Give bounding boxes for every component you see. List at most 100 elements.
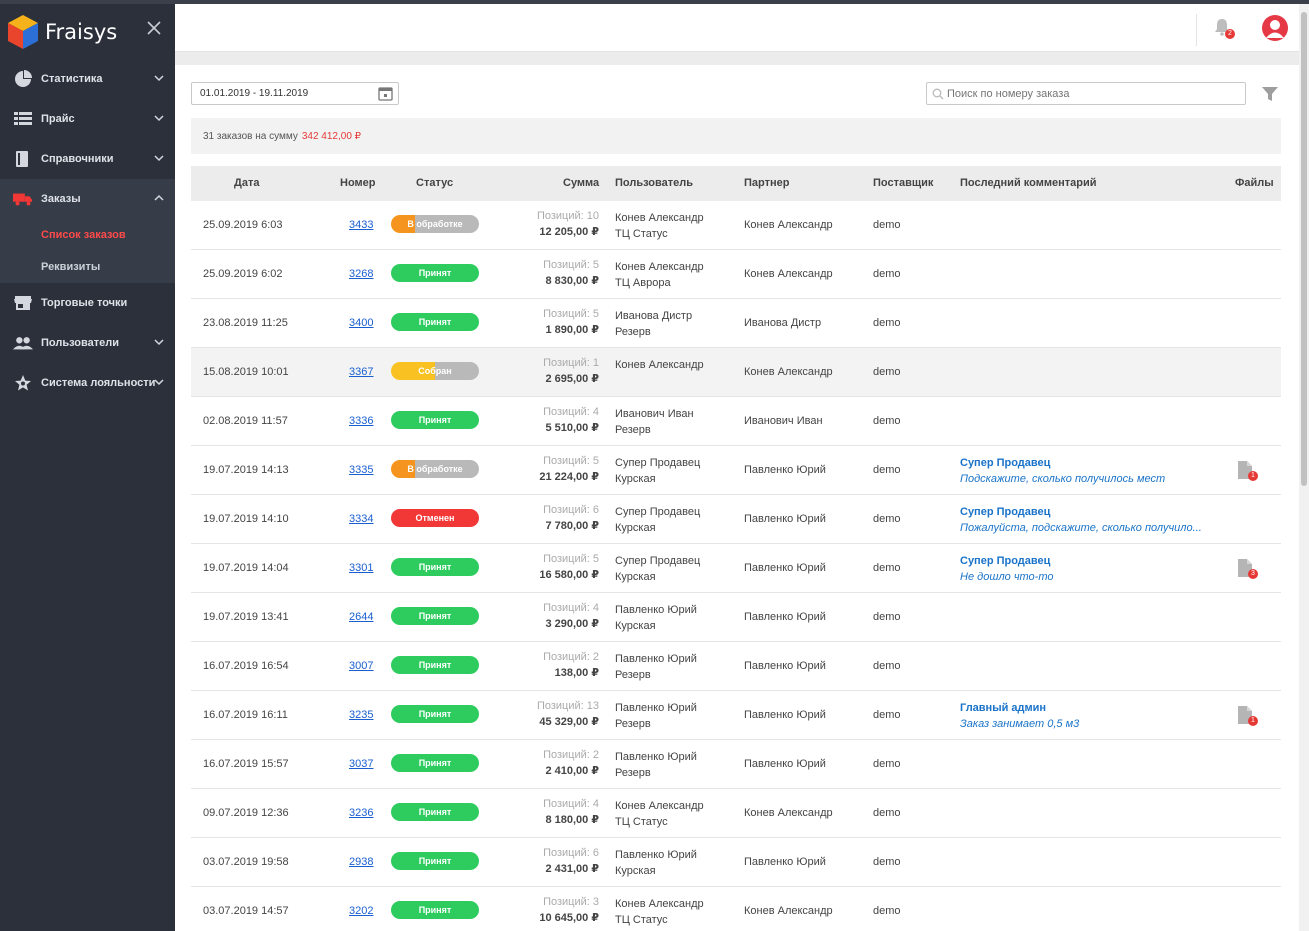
order-number-link[interactable]: 3202 — [349, 905, 373, 917]
col-header-number[interactable]: Номер — [340, 177, 376, 189]
table-row[interactable]: 19.07.2019 14:04 3301 Принят Позиций: 5 16 5… — [191, 544, 1281, 593]
order-number-link[interactable]: 3007 — [349, 660, 373, 672]
last-comment[interactable]: Главный админ Заказ занимает 0,5 м3 — [960, 700, 1205, 732]
order-number-link[interactable]: 3268 — [349, 268, 373, 280]
user-name: Павленко Юрий — [615, 653, 697, 665]
positions-count: Позиций: 6 — [543, 504, 599, 516]
comment-author[interactable]: Главный админ — [960, 700, 1205, 716]
table-row[interactable]: 19.07.2019 13:41 2644 Принят Позиций: 4 3 29… — [191, 593, 1281, 642]
order-partner: Конев Александр — [744, 807, 833, 819]
sidebar-item-price[interactable]: Прайс — [0, 99, 175, 139]
table-row[interactable]: 09.07.2019 12:36 3236 Принят Позиций: 4 8 18… — [191, 789, 1281, 838]
sidebar-item-statistics[interactable]: Статистика — [0, 59, 175, 99]
sidebar-subitem-requisites[interactable]: Реквизиты — [0, 251, 175, 283]
files-button[interactable]: 3 — [1237, 558, 1258, 580]
positions-count: Позиций: 5 — [543, 553, 599, 565]
col-header-user[interactable]: Пользователь — [615, 177, 693, 189]
sum-amount: 5 510,00 ₽ — [545, 422, 599, 434]
comment-author[interactable]: Супер Продавец — [960, 455, 1205, 471]
close-sidebar-button[interactable] — [147, 17, 161, 39]
sidebar-item-users[interactable]: Пользователи — [0, 323, 175, 363]
files-button[interactable]: 1 — [1237, 460, 1258, 482]
status-badge: Принят — [391, 411, 479, 429]
table-row[interactable]: 03.07.2019 14:57 3202 Принят Позиций: 3 10 6… — [191, 887, 1281, 931]
files-button[interactable]: 1 — [1237, 705, 1258, 727]
chevron-down-icon — [154, 115, 164, 122]
sidebar-item-orders[interactable]: Заказы — [0, 179, 175, 219]
col-header-sum[interactable]: Сумма — [563, 177, 599, 189]
order-number-link[interactable]: 3335 — [349, 464, 373, 476]
table-row[interactable]: 03.07.2019 19:58 2938 Принят Позиций: 6 2 43… — [191, 838, 1281, 887]
col-header-date[interactable]: Дата — [234, 177, 259, 189]
table-row[interactable]: 16.07.2019 16:54 3007 Принят Позиций: 2 138,… — [191, 642, 1281, 691]
files-count-badge: 1 — [1248, 471, 1258, 481]
comment-text[interactable]: Заказ занимает 0,5 м3 — [960, 716, 1205, 732]
col-header-supplier[interactable]: Поставщик — [873, 177, 933, 189]
order-sum: Позиций: 3 10 645,00 ₽ — [539, 896, 599, 924]
table-row[interactable]: 02.08.2019 11:57 3336 Принят Позиций: 4 5 51… — [191, 397, 1281, 446]
user-store: Курская — [615, 620, 656, 632]
sidebar-item-label: Пользователи — [41, 337, 120, 349]
chevron-up-icon — [154, 194, 164, 201]
filter-icon[interactable] — [1261, 85, 1279, 103]
col-header-partner[interactable]: Партнер — [744, 177, 789, 189]
order-number-link[interactable]: 3301 — [349, 562, 373, 574]
table-row[interactable]: 16.07.2019 15:57 3037 Принят Позиций: 2 2 41… — [191, 740, 1281, 789]
order-number-link[interactable]: 3334 — [349, 513, 373, 525]
sidebar-subitem-orders-list[interactable]: Список заказов — [0, 219, 175, 251]
search-input[interactable] — [947, 84, 1237, 103]
comment-text[interactable]: Не дошло что-то — [960, 569, 1205, 585]
user-name: Супер Продавец — [615, 506, 701, 518]
comment-text[interactable]: Подскажите, сколько получилось мест — [960, 471, 1205, 487]
order-number-link[interactable]: 2644 — [349, 611, 373, 623]
list-icon — [13, 110, 33, 128]
user-avatar[interactable] — [1262, 15, 1288, 41]
table-row[interactable]: 25.09.2019 6:03 3433 В обработке Позиций: 1… — [191, 201, 1281, 250]
table-row[interactable]: 15.08.2019 10:01 3367 Собран Позиций: 1 2 69… — [191, 348, 1281, 397]
order-date: 19.07.2019 14:10 — [203, 513, 289, 525]
status-badge: Принят — [391, 313, 479, 331]
order-number-link[interactable]: 3336 — [349, 415, 373, 427]
col-header-comment[interactable]: Последний комментарий — [960, 177, 1097, 189]
sidebar-item-label: Система лояльности — [41, 377, 156, 389]
calendar-icon[interactable] — [378, 86, 393, 101]
comment-author[interactable]: Супер Продавец — [960, 553, 1205, 569]
order-date: 25.09.2019 6:02 — [203, 268, 283, 280]
sidebar-item-stores[interactable]: Торговые точки — [0, 283, 175, 323]
sidebar-item-label: Торговые точки — [41, 297, 128, 309]
order-number-link[interactable]: 3400 — [349, 317, 373, 329]
order-supplier: demo — [873, 807, 901, 819]
top-header: 2 — [175, 4, 1299, 52]
date-range-picker[interactable] — [191, 82, 399, 105]
order-number-link[interactable]: 3367 — [349, 366, 373, 378]
date-range-input[interactable] — [192, 83, 367, 104]
logo[interactable]: Fraisys — [6, 12, 117, 52]
table-row[interactable]: 19.07.2019 14:13 3335 В обработке Позиций: … — [191, 446, 1281, 495]
col-header-status[interactable]: Статус — [416, 177, 453, 189]
chevron-down-icon — [154, 75, 164, 82]
last-comment[interactable]: Супер Продавец Не дошло что-то — [960, 553, 1205, 585]
comment-author[interactable]: Супер Продавец — [960, 504, 1205, 520]
scrollbar-thumb[interactable] — [1301, 12, 1307, 486]
order-sum: Позиций: 2 2 410,00 ₽ — [543, 749, 599, 777]
sidebar-item-loyalty[interactable]: Система лояльности — [0, 363, 175, 403]
table-row[interactable]: 16.07.2019 16:11 3235 Принят Позиций: 13 45 … — [191, 691, 1281, 740]
order-number-link[interactable]: 3433 — [349, 219, 373, 231]
table-row[interactable]: 19.07.2019 14:10 3334 Отменен Позиций: 6 7 7… — [191, 495, 1281, 544]
last-comment[interactable]: Супер Продавец Пожалуйста, подскажите, ск… — [960, 504, 1205, 536]
col-header-files[interactable]: Файлы — [1235, 177, 1274, 189]
table-row[interactable]: 23.08.2019 11:25 3400 Принят Позиций: 5 1 89… — [191, 299, 1281, 348]
order-number-link[interactable]: 2938 — [349, 856, 373, 868]
fraisys-cube-icon — [8, 15, 38, 49]
notifications-button[interactable]: 2 — [1213, 18, 1235, 40]
last-comment[interactable]: Супер Продавец Подскажите, сколько получи… — [960, 455, 1205, 487]
sum-amount: 21 224,00 ₽ — [539, 471, 599, 483]
sidebar-item-directories[interactable]: Справочники — [0, 139, 175, 179]
order-number-link[interactable]: 3235 — [349, 709, 373, 721]
table-row[interactable]: 25.09.2019 6:02 3268 Принят Позиций: 5 8 830… — [191, 250, 1281, 299]
order-search[interactable] — [926, 82, 1246, 105]
order-number-link[interactable]: 3037 — [349, 758, 373, 770]
comment-text[interactable]: Пожалуйста, подскажите, сколько получило… — [960, 520, 1205, 536]
sum-amount: 138,00 ₽ — [554, 667, 599, 679]
order-number-link[interactable]: 3236 — [349, 807, 373, 819]
